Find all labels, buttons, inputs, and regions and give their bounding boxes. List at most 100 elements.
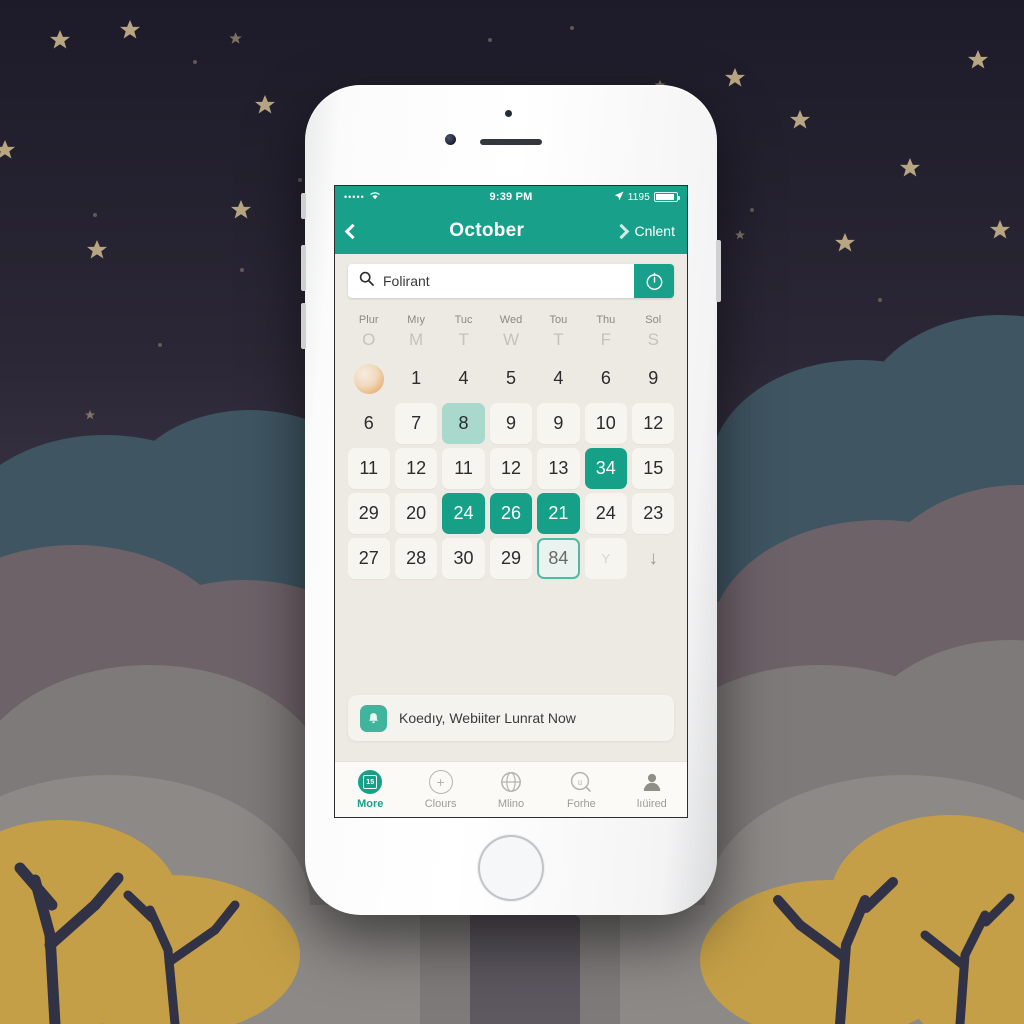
nav-right-action[interactable]: Cnlent bbox=[613, 223, 675, 239]
nav-right-label: Cnlent bbox=[634, 223, 675, 239]
calendar-week-row: 6 7 8 9 9 10 12 bbox=[345, 401, 677, 446]
calendar-day-name: Mıy bbox=[407, 314, 425, 326]
clock-icon-button[interactable] bbox=[634, 264, 674, 298]
calendar-day-name: Tuc bbox=[454, 314, 473, 326]
calendar-day-cell[interactable]: 9 bbox=[489, 403, 533, 444]
notification-banner[interactable]: Koedıy, Webiiter Lunrat Now bbox=[348, 695, 674, 741]
front-camera bbox=[445, 134, 456, 145]
battery-percent: 1195 bbox=[627, 191, 651, 203]
calendar-day-cell[interactable]: 34 bbox=[584, 448, 628, 489]
calendar-day-cell[interactable]: 15 bbox=[632, 448, 675, 489]
globe-icon bbox=[498, 769, 524, 795]
proximity-sensor bbox=[505, 110, 512, 117]
calendar-day-cell[interactable]: 28 bbox=[394, 538, 438, 579]
person-icon bbox=[639, 769, 665, 795]
calendar-day-name: Plur bbox=[358, 314, 379, 326]
calendar-day-names-row: Plur Mıy Tuc Wed Tou Thu Sol bbox=[345, 308, 677, 328]
calendar-day-cell[interactable]: 6 bbox=[585, 358, 627, 399]
wifi-icon bbox=[369, 191, 381, 203]
chevron-right-icon[interactable] bbox=[613, 223, 629, 239]
search-row: Folirant bbox=[335, 254, 687, 306]
battery-icon bbox=[654, 192, 681, 202]
plus-icon: + bbox=[428, 769, 454, 795]
home-button[interactable] bbox=[480, 837, 542, 899]
calendar-body: 1 4 5 4 6 9 6 7 8 9 9 10 12 11 12 11 12 13 34 15 29 20 24 26 21 2… bbox=[345, 356, 677, 581]
calendar-day-cell[interactable]: 26 bbox=[489, 493, 533, 534]
page-title: October bbox=[449, 220, 525, 241]
search-input[interactable]: Folirant bbox=[348, 264, 634, 298]
calendar-day-cell[interactable]: 84 bbox=[537, 538, 580, 579]
calendar-day-cell[interactable]: 9 bbox=[632, 358, 674, 399]
calendar-day-letters-row: OMTWTFS bbox=[345, 328, 677, 356]
signal-dots-icon: ••••• bbox=[344, 192, 365, 202]
calendar-day-cell[interactable]: ↓ bbox=[632, 538, 674, 579]
calendar-day-cell[interactable]: 27 bbox=[347, 538, 390, 579]
calendar-day-cell[interactable]: 11 bbox=[442, 448, 485, 489]
calendar-week-row: 29 20 24 26 21 24 23 bbox=[345, 491, 677, 536]
calendar-week-row: 11 12 11 12 13 34 15 bbox=[345, 446, 677, 491]
calendar-day-cell[interactable]: 20 bbox=[394, 493, 438, 534]
search-bar[interactable]: Folirant bbox=[348, 264, 674, 298]
volume-up-button[interactable] bbox=[301, 245, 306, 291]
phone-device: ••••• 9:39 PM 1195 October Cnlent Folira… bbox=[301, 82, 721, 918]
tab-label: Clours bbox=[424, 798, 457, 810]
calendar-day-cell[interactable]: 12 bbox=[394, 448, 438, 489]
calendar-day-cell[interactable]: 7 bbox=[394, 403, 438, 444]
calendar-day-cell[interactable]: 9 bbox=[537, 403, 580, 444]
calendar-day-letter: W bbox=[502, 330, 519, 349]
silent-switch[interactable] bbox=[301, 193, 306, 219]
calendar-day-letter: T bbox=[458, 330, 469, 349]
calendar-grid: Plur Mıy Tuc Wed Tou Thu Sol OMTWTFS 145469678… bbox=[335, 306, 687, 581]
nav-bar: October Cnlent bbox=[335, 208, 687, 254]
search-value: Folirant bbox=[383, 273, 430, 289]
tab-label: lıüired bbox=[636, 798, 667, 810]
calendar-day-cell[interactable]: 4 bbox=[442, 358, 484, 399]
calendar-day-cell[interactable]: 8 bbox=[442, 403, 485, 444]
calendar-day-cell[interactable]: 6 bbox=[348, 403, 390, 444]
calendar-day-cell[interactable]: 12 bbox=[489, 448, 533, 489]
calendar-day-cell[interactable]: 29 bbox=[347, 493, 390, 534]
calendar-day-cell[interactable]: 5 bbox=[490, 358, 532, 399]
calendar-day-cell[interactable]: Y bbox=[584, 538, 628, 579]
calendar-day-name: Sol bbox=[645, 314, 662, 326]
calendar-day-cell[interactable]: 4 bbox=[537, 358, 579, 399]
calendar-day-letter: S bbox=[647, 330, 659, 349]
calendar-week-row: 27 28 30 29 84 Y ↓ bbox=[345, 536, 677, 581]
tab-more[interactable]: 15 More bbox=[335, 769, 405, 810]
calendar-day-cell[interactable]: 10 bbox=[584, 403, 628, 444]
calendar-day-cell[interactable] bbox=[348, 358, 390, 399]
phone-screen: ••••• 9:39 PM 1195 October Cnlent Folira… bbox=[334, 185, 688, 818]
calendar-icon: 15 bbox=[357, 769, 383, 795]
location-arrow-icon bbox=[614, 191, 624, 204]
power-button[interactable] bbox=[716, 240, 721, 302]
chevron-left-icon[interactable] bbox=[344, 223, 361, 239]
tab-l-ired[interactable]: lıüired bbox=[617, 769, 687, 810]
svg-text:u: u bbox=[578, 777, 583, 787]
calendar-day-cell[interactable]: 30 bbox=[442, 538, 485, 579]
tab-clours[interactable]: + Clours bbox=[405, 769, 475, 810]
calendar-day-letter: T bbox=[553, 330, 564, 349]
search-icon bbox=[359, 271, 374, 291]
volume-down-button[interactable] bbox=[301, 303, 306, 349]
earpiece-speaker bbox=[480, 139, 542, 145]
calendar-day-cell[interactable]: 1 bbox=[395, 358, 437, 399]
tab-label: More bbox=[357, 798, 384, 810]
calendar-day-cell[interactable]: 12 bbox=[632, 403, 675, 444]
calendar-day-cell[interactable]: 11 bbox=[347, 448, 390, 489]
calendar-day-letter: F bbox=[600, 330, 612, 349]
calendar-day-cell[interactable]: 23 bbox=[632, 493, 675, 534]
calendar-day-cell[interactable]: 24 bbox=[584, 493, 628, 534]
tab-bar: 15 More + Clours Mlino u Forhe lıüired bbox=[335, 761, 687, 817]
tab-mlino[interactable]: Mlino bbox=[476, 769, 546, 810]
calendar-day-cell[interactable]: 24 bbox=[442, 493, 485, 534]
calendar-day-cell[interactable]: 21 bbox=[537, 493, 580, 534]
calendar-day-cell[interactable]: 29 bbox=[489, 538, 533, 579]
calendar-week-row: 145469 bbox=[345, 356, 677, 401]
calendar-day-cell[interactable]: 13 bbox=[537, 448, 580, 489]
bell-icon bbox=[360, 704, 387, 732]
banner-text: Koedıy, Webiiter Lunrat Now bbox=[399, 710, 576, 726]
calendar-day-name: Tou bbox=[549, 314, 568, 326]
search-circle-icon: u bbox=[568, 769, 594, 795]
tab-forhe[interactable]: u Forhe bbox=[546, 769, 616, 810]
clock-icon bbox=[646, 272, 662, 290]
